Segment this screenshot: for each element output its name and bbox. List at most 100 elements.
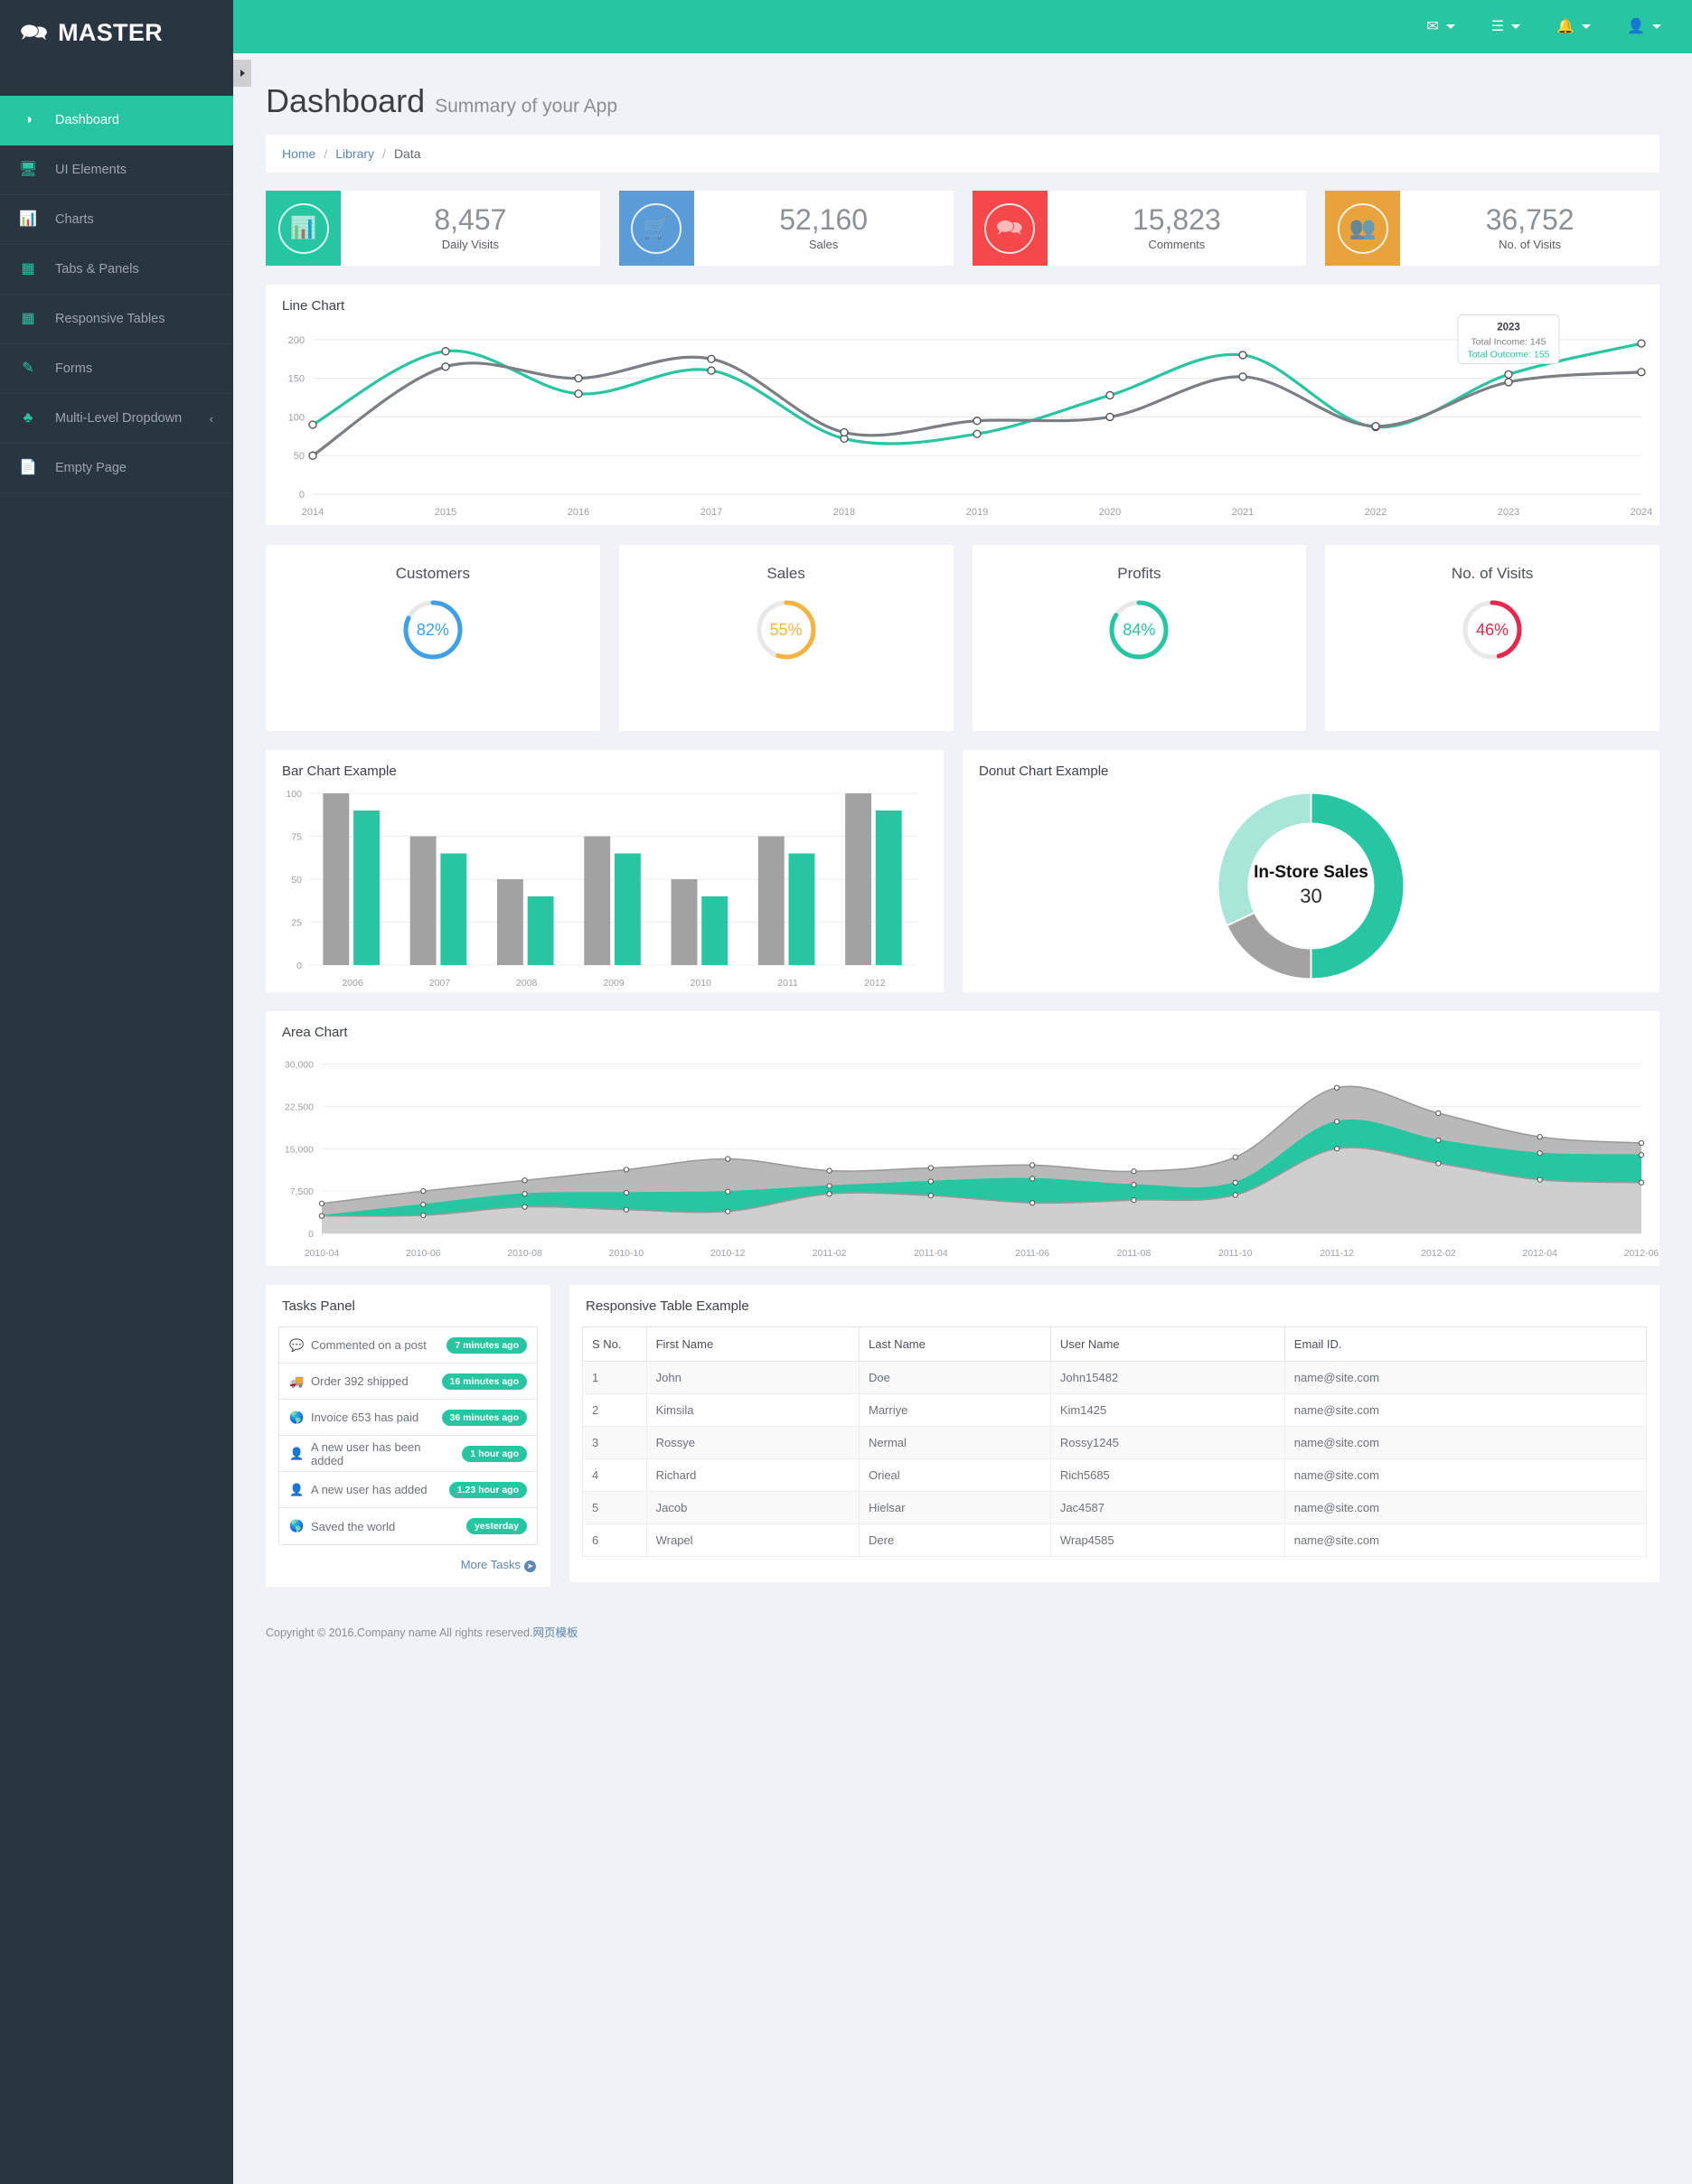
tasks-menu[interactable]: ☰ (1473, 19, 1538, 34)
list-item[interactable]: 👤 A new user has added 1.23 hour ago (279, 1472, 537, 1508)
stat-value: 8,457 (434, 202, 507, 236)
area-chart-title: Area Chart (282, 1025, 348, 1040)
stat-card-sales[interactable]: 🛒 52,160 Sales (618, 191, 954, 266)
messages-menu[interactable]: ✉ (1408, 19, 1472, 34)
brand-logo[interactable]: 🗪 MASTER (0, 0, 233, 65)
table-row[interactable]: 3 Rossye Nermal Rossy1245 name@site.com (582, 1426, 1648, 1459)
sidebar-item-dashboard[interactable]: ◑ Dashboard (0, 96, 233, 145)
bar-chart[interactable]: 0 25 50 75 100 2006 2007 2008 2009 2010 2011 2012 (266, 779, 944, 994)
table-cell-last-name: Dere (859, 1523, 1051, 1557)
bar-chart-title: Bar Chart Example (282, 764, 397, 779)
dashboard-page: 🗪 MASTER ◑ Dashboard 🖥 UI Elements 📊 Cha… (0, 0, 1692, 2184)
stat-card-no-of-visits[interactable]: 👥 36,752 No. of Visits (1325, 191, 1659, 266)
line-chart-panel: Line Chart 0 50 100 150 200 2014 2015 2016 2017 2… (266, 285, 1659, 525)
gauge-card-customers[interactable]: Customers 82% (266, 545, 600, 731)
stat-card-comments[interactable]: 🗪 15,823 Comments (972, 191, 1307, 266)
sidebar-item-label: Empty Page (55, 461, 127, 475)
gauge-card-sales[interactable]: Sales 55% (618, 545, 954, 731)
list-item[interactable]: 👤 A new user has been added 1 hour ago (279, 1436, 537, 1472)
footer-link[interactable]: 网页模板 (532, 1626, 578, 1639)
svg-text:200: 200 (288, 335, 305, 346)
column-header-s-no[interactable]: S No. (582, 1326, 647, 1362)
svg-text:2011-02: 2011-02 (813, 1248, 847, 1259)
list-item[interactable]: 🚚 Order 392 shipped 16 minutes ago (279, 1364, 537, 1400)
table-row[interactable]: 5 Jacob Hielsar Jac4587 name@site.com (582, 1491, 1648, 1524)
comment-icon: 💬 (289, 1337, 305, 1352)
table-row[interactable]: 1 John Doe John15482 name@site.com (582, 1361, 1648, 1394)
gauge-title: Sales (766, 565, 805, 582)
responsive-table-panel: Responsive Table Example S No. First Nam… (569, 1285, 1659, 1582)
svg-text:0: 0 (308, 1229, 314, 1240)
line-chart-title: Line Chart (282, 298, 345, 314)
list-item[interactable]: 💬 Commented on a post 7 minutes ago (279, 1327, 537, 1364)
svg-text:2011-06: 2011-06 (1015, 1248, 1049, 1259)
svg-text:2011-04: 2011-04 (914, 1248, 948, 1259)
gauge-card-no-of-visits[interactable]: No. of Visits 46% (1325, 545, 1659, 731)
table-row[interactable]: 6 Wrapel Dere Wrap4585 name@site.com (582, 1523, 1648, 1557)
table-cell-user-name: Kim1425 (1049, 1393, 1285, 1427)
table-cell-email-id: name@site.com (1283, 1393, 1648, 1427)
sidebar-item-responsive-tables[interactable]: ▦ Responsive Tables (0, 295, 233, 344)
table-cell-first-name: Rossye (645, 1426, 860, 1459)
dashboard-icon: ◑ (24, 112, 33, 127)
column-header-first-name[interactable]: First Name (645, 1326, 860, 1362)
sidebar-item-charts[interactable]: 📊 Charts (0, 195, 233, 245)
status-badge: 1 hour ago (462, 1445, 527, 1462)
svg-text:50: 50 (291, 875, 302, 886)
table-row[interactable]: 2 Kimsila Marriye Kim1425 name@site.com (582, 1393, 1648, 1427)
sidebar-item-label: Charts (55, 212, 94, 227)
arrow-circle-right-icon: ➤ (524, 1561, 536, 1572)
chevron-down-icon (1511, 24, 1521, 29)
more-tasks-label: More Tasks (460, 1558, 521, 1571)
sidebar-item-tabs-panels[interactable]: ▦ Tabs & Panels (0, 245, 233, 295)
status-badge: 16 minutes ago (441, 1373, 527, 1390)
more-tasks-link[interactable]: More Tasks ➤ (266, 1545, 550, 1572)
stat-label: Daily Visits (441, 238, 500, 252)
line-chart[interactable]: 0 50 100 150 200 2014 2015 2016 2017 2018 2019 2020… (266, 314, 1659, 523)
user-menu[interactable]: 👤 (1609, 19, 1679, 34)
stat-card-daily-visits[interactable]: 📊 8,457 Daily Visits (266, 191, 600, 266)
table-cell-email-id: name@site.com (1283, 1361, 1648, 1394)
page-title: Dashboard (266, 82, 426, 119)
svg-text:Total Outcome: 155: Total Outcome: 155 (1467, 349, 1549, 360)
table-cell-s-no: 3 (582, 1426, 647, 1459)
donut-center-value: 30 (1300, 885, 1322, 907)
comments-icon: 🗪 (20, 19, 49, 45)
area-chart[interactable]: 0 7,500 15,000 22,500 30,000 2010-04 2010-06 20… (266, 1040, 1659, 1264)
sidebar-item-empty-page[interactable]: 📄 Empty Page (0, 444, 233, 493)
gauge-value: 46% (1476, 620, 1509, 639)
table-cell-s-no: 1 (582, 1361, 647, 1394)
svg-text:2011-12: 2011-12 (1320, 1248, 1354, 1259)
sidebar-item-forms[interactable]: ✎ Forms (0, 344, 233, 394)
notifications-menu[interactable]: 🔔 (1538, 19, 1609, 34)
svg-text:2010-06: 2010-06 (406, 1248, 441, 1259)
breadcrumb: Home / Library / Data (266, 135, 1659, 173)
svg-text:150: 150 (288, 374, 305, 385)
sidebar-item-label: Tabs & Panels (55, 262, 139, 277)
bar-chart-icon: 📊 (19, 211, 37, 227)
column-header-user-name[interactable]: User Name (1049, 1326, 1285, 1362)
sidebar-item-ui-elements[interactable]: 🖥 UI Elements (0, 145, 233, 195)
table-cell-first-name: Kimsila (645, 1393, 860, 1427)
breadcrumb-item-home[interactable]: Home (282, 146, 315, 161)
column-header-last-name[interactable]: Last Name (859, 1326, 1051, 1362)
page-header: Dashboard Summary of your App (233, 53, 1692, 135)
column-header-email-id[interactable]: Email ID. (1283, 1326, 1648, 1362)
list-item[interactable]: 🌎 Saved the world yesterday (279, 1508, 537, 1544)
donut-chart-panel: Donut Chart Example In-Store Sales 30 (963, 750, 1659, 992)
table-row[interactable]: 4 Richard Orieal Rich5685 name@site.com (582, 1458, 1648, 1492)
stat-body: 52,160 Sales (694, 191, 954, 266)
stat-label: No. of Visits (1499, 238, 1562, 252)
breadcrumb-item-library[interactable]: Library (335, 146, 374, 161)
list-item[interactable]: 🌎 Invoice 653 has paid 36 minutes ago (279, 1400, 537, 1436)
table-header-row: S No. First Name Last Name User Name Ema… (582, 1326, 1648, 1362)
globe-icon: 🌎 (289, 1410, 305, 1424)
svg-text:2021: 2021 (1232, 507, 1254, 518)
sidebar-item-multi-level-dropdown[interactable]: ♣ Multi-Level Dropdown ‹ (0, 394, 233, 444)
status-badge: 1.23 hour ago (448, 1481, 527, 1498)
svg-text:2009: 2009 (603, 978, 625, 989)
gauge-card-profits[interactable]: Profits 84% (972, 545, 1307, 731)
gauge-title: Customers (395, 565, 470, 582)
svg-text:50: 50 (294, 451, 305, 462)
sidebar-nav: ◑ Dashboard 🖥 UI Elements 📊 Charts ▦ Tab… (0, 96, 233, 493)
